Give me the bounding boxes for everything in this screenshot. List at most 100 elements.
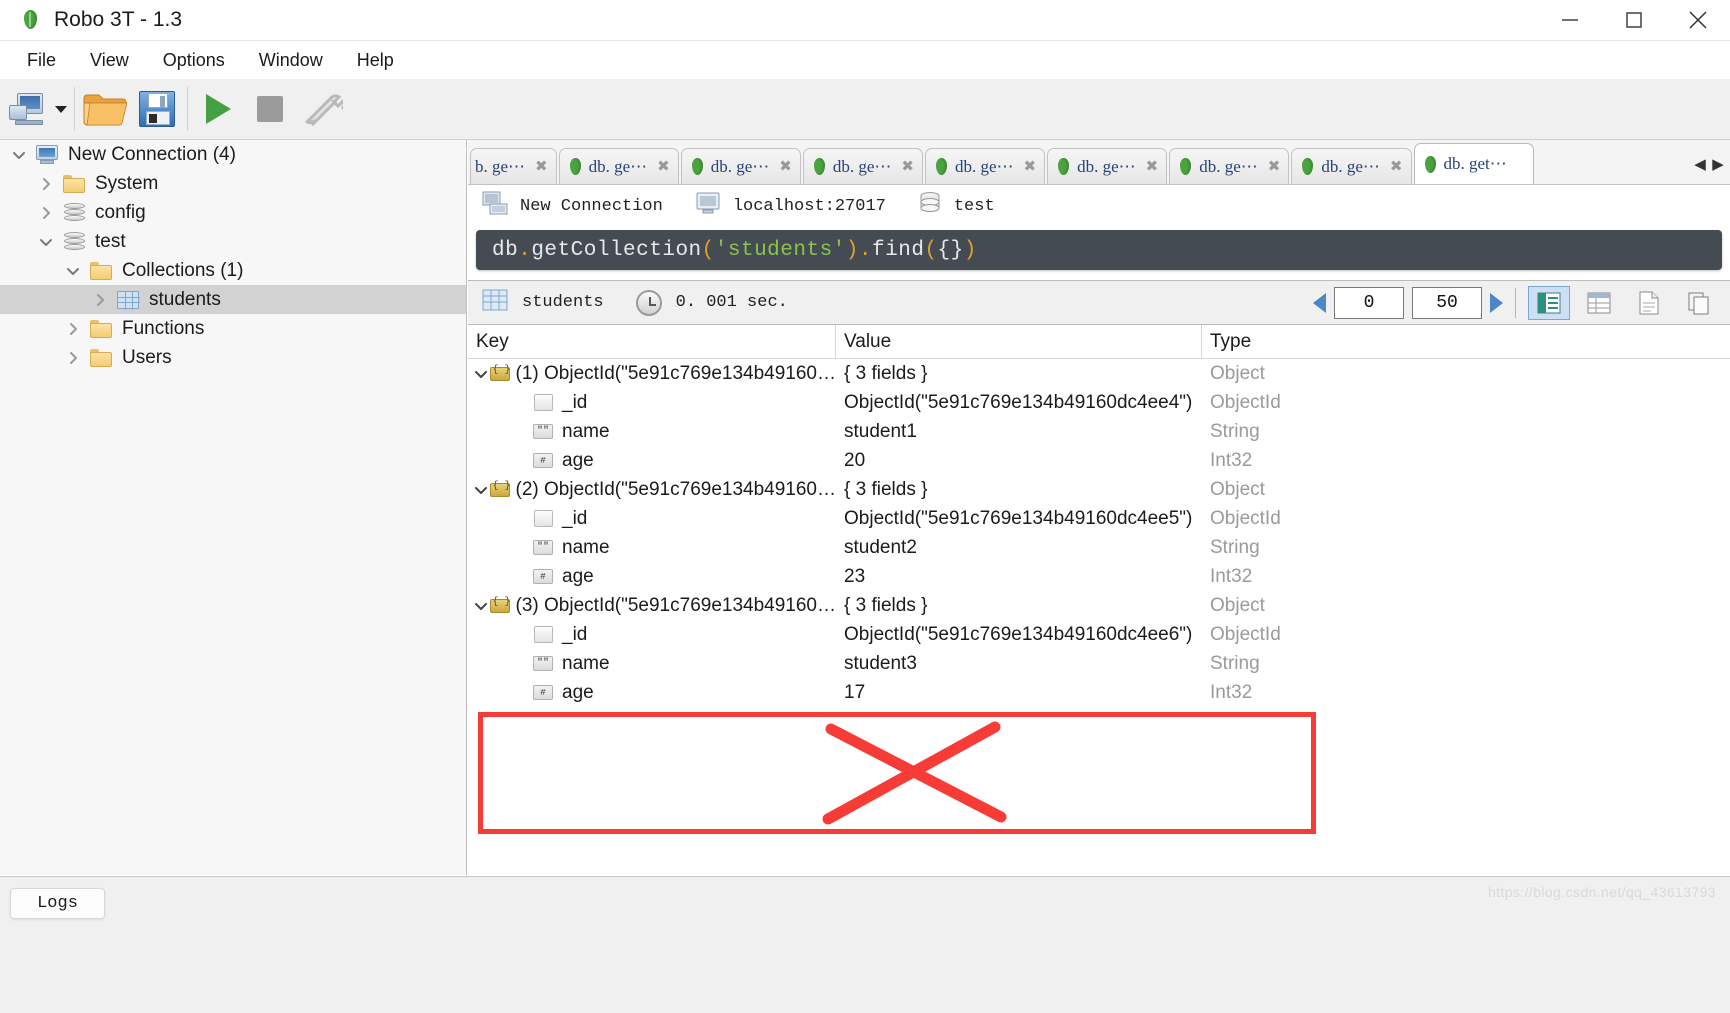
result-value-cell[interactable]: student2: [836, 537, 1202, 559]
result-value-cell[interactable]: ObjectId("5e91c769e134b49160dc4ee5"): [836, 508, 1202, 530]
result-key-cell[interactable]: _id: [468, 392, 836, 414]
result-value-cell[interactable]: { 3 fields }: [836, 363, 1202, 385]
query-tab-2[interactable]: db. ge⋯ ✖: [680, 148, 801, 184]
result-value-cell[interactable]: ObjectId("5e91c769e134b49160dc4ee6"): [836, 624, 1202, 646]
tab-scroll-left-icon[interactable]: ◀: [1692, 151, 1708, 177]
chevron-down-icon[interactable]: [52, 105, 70, 113]
table-view-button[interactable]: [1578, 286, 1620, 320]
result-key-cell[interactable]: (3) ObjectId("5e91c769e134b49160…: [468, 595, 836, 617]
result-value-cell[interactable]: ObjectId("5e91c769e134b49160dc4ee4"): [836, 392, 1202, 414]
close-icon[interactable]: [1666, 0, 1730, 41]
next-page-icon[interactable]: [1490, 292, 1503, 313]
prev-page-icon[interactable]: [1313, 292, 1326, 313]
result-row[interactable]: _id ObjectId("5e91c769e134b49160dc4ee5") O…: [468, 504, 1730, 533]
result-row[interactable]: (3) ObjectId("5e91c769e134b49160…{ 3 fie…: [468, 591, 1730, 620]
result-key-cell[interactable]: "" name: [468, 421, 836, 443]
result-row[interactable]: (2) ObjectId("5e91c769e134b49160…{ 3 fie…: [468, 475, 1730, 504]
play-icon[interactable]: [192, 83, 244, 135]
stop-icon[interactable]: [244, 83, 296, 135]
query-tab-6[interactable]: db. ge⋯ ✖: [1169, 148, 1290, 184]
query-tab-4[interactable]: db. ge⋯ ✖: [925, 148, 1046, 184]
result-value-cell[interactable]: 23: [836, 566, 1202, 588]
menu-window[interactable]: Window: [242, 46, 340, 75]
result-value-cell[interactable]: student3: [836, 653, 1202, 675]
tree-item-collections-1[interactable]: Collections (1): [0, 256, 466, 285]
result-key-cell[interactable]: (2) ObjectId("5e91c769e134b49160…: [468, 479, 836, 501]
tab-close-icon[interactable]: ✖: [779, 157, 792, 176]
query-tab-5[interactable]: db. ge⋯ ✖: [1047, 148, 1168, 184]
result-row[interactable]: "" name student3 String: [468, 649, 1730, 678]
column-header-value[interactable]: Value: [836, 325, 1202, 359]
tab-close-icon[interactable]: ✖: [901, 157, 914, 176]
tree-item-test[interactable]: test: [0, 227, 466, 256]
result-key-cell[interactable]: "" name: [468, 537, 836, 559]
chevron-down-icon[interactable]: [6, 148, 32, 162]
limit-input[interactable]: 50: [1412, 286, 1482, 319]
tree-item-users[interactable]: Users: [0, 343, 466, 372]
result-value-cell[interactable]: { 3 fields }: [836, 595, 1202, 617]
floppy-save-icon[interactable]: [131, 83, 183, 135]
result-key-cell[interactable]: _id: [468, 508, 836, 530]
logs-button[interactable]: Logs: [10, 888, 105, 919]
tab-close-icon[interactable]: ✖: [1390, 157, 1403, 176]
query-tab-1[interactable]: db. ge⋯ ✖: [558, 148, 679, 184]
column-header-key[interactable]: Key: [468, 325, 836, 359]
tree-item-students[interactable]: students: [0, 285, 466, 314]
query-tab-3[interactable]: db. ge⋯ ✖: [802, 148, 923, 184]
menu-file[interactable]: File: [10, 46, 73, 75]
tree-item-system[interactable]: System: [0, 169, 466, 198]
tab-close-icon[interactable]: ✖: [1146, 157, 1159, 176]
folder-open-icon[interactable]: [79, 83, 131, 135]
chevron-down-icon[interactable]: [472, 483, 490, 497]
computer-connect-icon[interactable]: [0, 83, 52, 135]
chevron-down-icon[interactable]: [33, 235, 59, 249]
result-value-cell[interactable]: 20: [836, 450, 1202, 472]
column-header-type[interactable]: Type: [1202, 325, 1502, 359]
result-row[interactable]: (1) ObjectId("5e91c769e134b49160…{ 3 fie…: [468, 359, 1730, 388]
result-key-cell[interactable]: "" name: [468, 653, 836, 675]
chevron-down-icon[interactable]: [472, 599, 490, 613]
skip-input[interactable]: 0: [1334, 286, 1404, 319]
result-row[interactable]: "" name student2 String: [468, 533, 1730, 562]
tree-view-button[interactable]: [1528, 285, 1570, 320]
result-key-cell[interactable]: (1) ObjectId("5e91c769e134b49160…: [468, 363, 836, 385]
chevron-right-icon[interactable]: [60, 351, 86, 365]
text-view-button[interactable]: [1628, 286, 1670, 320]
chevron-down-icon[interactable]: [60, 264, 86, 278]
database-tree-sidebar[interactable]: New Connection (4) System config test Collec…: [0, 140, 467, 875]
copy-icon[interactable]: [1678, 286, 1720, 320]
result-row[interactable]: _id ObjectId("5e91c769e134b49160dc4ee6") O…: [468, 620, 1730, 649]
tree-item-config[interactable]: config: [0, 198, 466, 227]
result-value-cell[interactable]: { 3 fields }: [836, 479, 1202, 501]
result-row[interactable]: # age 20 Int32: [468, 446, 1730, 475]
result-row[interactable]: "" name student1 String: [468, 417, 1730, 446]
chevron-right-icon[interactable]: [33, 206, 59, 220]
chevron-right-icon[interactable]: [87, 293, 113, 307]
result-row[interactable]: # age 17 Int32: [468, 678, 1730, 707]
result-key-cell[interactable]: # age: [468, 566, 836, 588]
result-key-cell[interactable]: # age: [468, 450, 836, 472]
tab-close-icon[interactable]: ✖: [1024, 157, 1037, 176]
result-row[interactable]: # age 23 Int32: [468, 562, 1730, 591]
result-key-cell[interactable]: _id: [468, 624, 836, 646]
tab-close-icon[interactable]: ✖: [535, 157, 548, 176]
menu-view[interactable]: View: [73, 46, 146, 75]
chevron-right-icon[interactable]: [60, 322, 86, 336]
tab-close-icon[interactable]: ✖: [657, 157, 670, 176]
result-value-cell[interactable]: student1: [836, 421, 1202, 443]
chevron-right-icon[interactable]: [33, 177, 59, 191]
result-value-cell[interactable]: 17: [836, 682, 1202, 704]
result-row[interactable]: _id ObjectId("5e91c769e134b49160dc4ee4") O…: [468, 388, 1730, 417]
tab-scroll-right-icon[interactable]: ▶: [1710, 151, 1726, 177]
minimize-icon[interactable]: [1538, 0, 1602, 41]
tab-close-icon[interactable]: ✖: [1268, 157, 1281, 176]
result-key-cell[interactable]: # age: [468, 682, 836, 704]
wrench-icon[interactable]: [296, 83, 348, 135]
query-tab-active[interactable]: db. get⋯: [1413, 143, 1534, 184]
query-editor[interactable]: db.getCollection('students').find({}): [476, 230, 1722, 270]
tree-item-functions[interactable]: Functions: [0, 314, 466, 343]
query-tab-0[interactable]: b. ge⋯ ✖: [470, 148, 557, 184]
menu-help[interactable]: Help: [340, 46, 411, 75]
tree-item-new-connection-4[interactable]: New Connection (4): [0, 140, 466, 169]
query-tab-7[interactable]: db. ge⋯ ✖: [1291, 148, 1412, 184]
